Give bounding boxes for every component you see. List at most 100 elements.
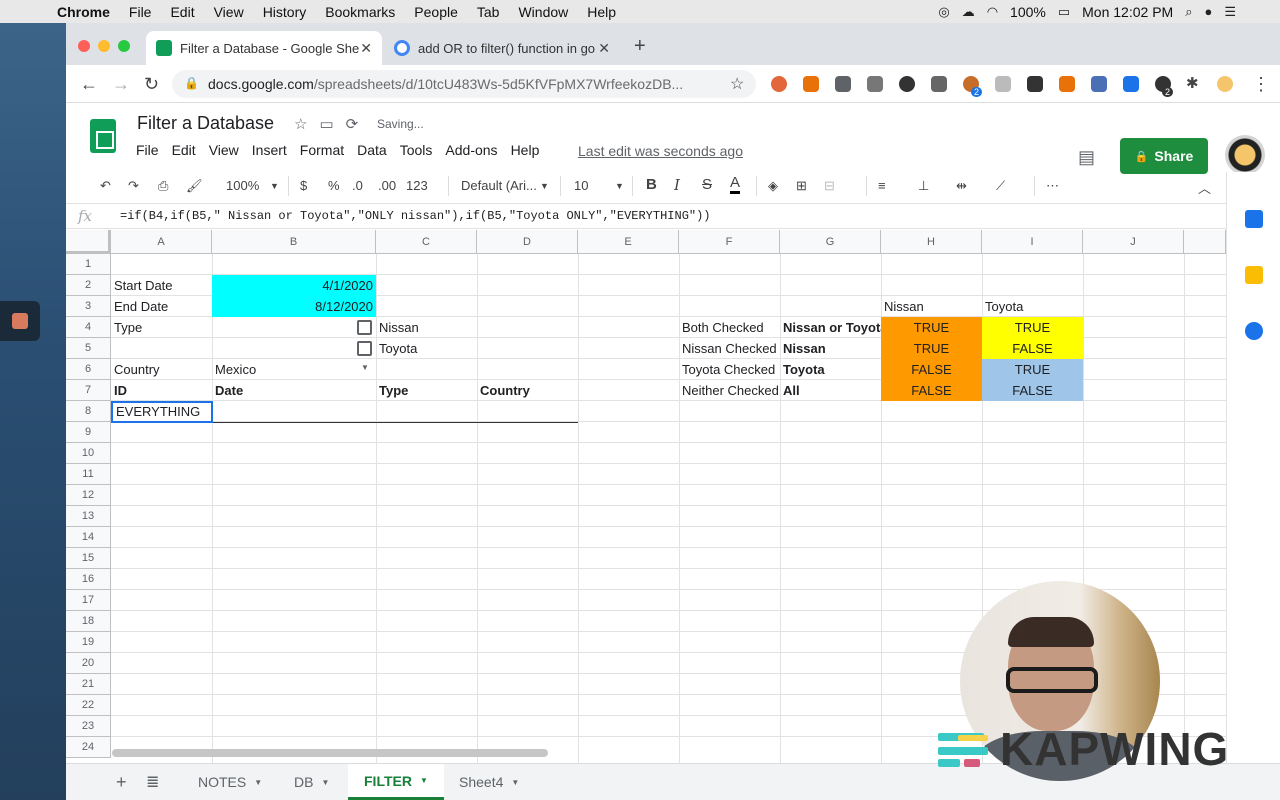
fill-color-icon[interactable]: ◈ (768, 178, 778, 194)
text-wrap-icon[interactable]: ⇹ (956, 178, 967, 194)
sheet-tab-db[interactable]: DB ▼ (278, 764, 345, 800)
menu-file[interactable]: File (129, 4, 152, 20)
italic-button[interactable]: I (674, 176, 680, 194)
chevron-down-icon[interactable]: ▼ (540, 181, 549, 191)
menu-help[interactable]: Help (587, 4, 616, 20)
docs-menu-tools[interactable]: Tools (400, 142, 433, 158)
cell-a3[interactable]: End Date (111, 296, 212, 317)
cell-c4[interactable]: Nissan (376, 317, 477, 338)
horizontal-align-icon[interactable]: ≡ (878, 178, 886, 193)
docs-menu-file[interactable]: File (136, 142, 159, 158)
last-edit-link[interactable]: Last edit was seconds ago (578, 143, 743, 159)
menu-app-name[interactable]: Chrome (57, 4, 110, 20)
chevron-down-icon[interactable]: ▼ (270, 181, 279, 191)
cell-g7[interactable]: All (780, 380, 881, 401)
cell-a4[interactable]: Type (111, 317, 212, 338)
undo-icon[interactable]: ↶ (100, 178, 111, 194)
paint-format-icon[interactable]: 🖌 (186, 178, 203, 194)
menu-history[interactable]: History (263, 4, 307, 20)
vue-extension-icon[interactable] (931, 76, 947, 92)
cell-f5[interactable]: Nissan Checked (679, 338, 780, 359)
add-sheet-icon[interactable]: + (116, 772, 127, 793)
cell-i3[interactable]: Toyota (982, 296, 1083, 317)
tab-filter-database[interactable]: Filter a Database - Google She ✕ (146, 31, 382, 65)
cell-c5[interactable]: Toyota (376, 338, 477, 359)
row-header[interactable]: 2 (66, 275, 111, 296)
extension-icon[interactable] (867, 76, 883, 92)
row-header[interactable]: 6 (66, 359, 111, 380)
column-header-i[interactable]: I (982, 230, 1083, 254)
lock-icon[interactable]: 🔒 (184, 76, 199, 90)
increase-decimal-button[interactable]: .00 (378, 178, 396, 193)
strikethrough-button[interactable]: S (702, 176, 712, 193)
row-header[interactable]: 9 (66, 422, 111, 443)
more-options-button[interactable]: ⋯ (1046, 178, 1059, 194)
format-currency-button[interactable]: $ (300, 178, 307, 193)
extension-icon[interactable] (995, 76, 1011, 92)
column-header-f[interactable]: F (679, 230, 780, 254)
cell-h4[interactable]: TRUE (881, 317, 982, 338)
chevron-down-icon[interactable]: ▼ (511, 778, 519, 787)
forward-icon[interactable]: → (112, 74, 130, 95)
clock[interactable]: Mon 12:02 PM (1082, 4, 1173, 20)
address-bar[interactable]: 🔒 docs.google.com/spreadsheets/d/10tcU48… (172, 70, 756, 98)
bold-button[interactable]: B (646, 176, 657, 193)
row-header[interactable]: 21 (66, 674, 111, 695)
extension-icon[interactable] (1091, 76, 1107, 92)
account-avatar[interactable] (1225, 135, 1265, 175)
cell-h5[interactable]: TRUE (881, 338, 982, 359)
docs-menu-view[interactable]: View (209, 142, 239, 158)
star-icon[interactable]: ☆ (294, 115, 307, 133)
close-tab-icon[interactable]: ✕ (598, 40, 610, 57)
row-header[interactable]: 16 (66, 569, 111, 590)
keep-icon[interactable] (1245, 266, 1263, 284)
docs-menu-insert[interactable]: Insert (252, 142, 287, 158)
cell-h6[interactable]: FALSE (881, 359, 982, 380)
row-header[interactable]: 24 (66, 737, 111, 758)
siri-icon[interactable]: ● (1204, 4, 1212, 19)
docs-menu-format[interactable]: Format (300, 142, 344, 158)
row-header[interactable]: 19 (66, 632, 111, 653)
collapse-menus-icon[interactable]: ︿ (1198, 178, 1211, 197)
cell-i5[interactable]: FALSE (982, 338, 1083, 359)
merge-cells-icon[interactable]: ⊟ (824, 178, 835, 194)
row-header[interactable]: 12 (66, 485, 111, 506)
column-header-k[interactable] (1184, 230, 1226, 254)
menu-window[interactable]: Window (518, 4, 568, 20)
row-header[interactable]: 17 (66, 590, 111, 611)
notification-center-icon[interactable]: ☰ (1224, 4, 1236, 20)
row-header[interactable]: 10 (66, 443, 111, 464)
row-header[interactable]: 1 (66, 254, 111, 275)
vertical-align-icon[interactable]: ⊥ (918, 178, 929, 194)
profile-avatar-icon[interactable] (1217, 76, 1233, 92)
cell-a6[interactable]: Country (111, 359, 212, 380)
all-sheets-icon[interactable]: ≣ (146, 772, 159, 792)
row-header[interactable]: 18 (66, 611, 111, 632)
row-header[interactable]: 7 (66, 380, 111, 401)
minimize-window-button[interactable] (98, 40, 110, 52)
cell-a7[interactable]: ID (111, 380, 212, 401)
cell-g4[interactable]: Nissan or Toyota (780, 317, 881, 338)
column-header-b[interactable]: B (212, 230, 376, 254)
cell-g6[interactable]: Toyota (780, 359, 881, 380)
reload-icon[interactable]: ↻ (144, 74, 159, 95)
chevron-down-icon[interactable]: ▼ (420, 776, 428, 785)
text-color-button[interactable]: A (730, 174, 741, 194)
back-icon[interactable]: ← (80, 74, 98, 95)
menu-people[interactable]: People (414, 4, 458, 20)
toyota-checkbox[interactable] (357, 341, 372, 356)
chevron-down-icon[interactable]: ▼ (254, 778, 262, 787)
extensions-puzzle-icon[interactable]: ✱ (1186, 74, 1199, 92)
column-header-g[interactable]: G (780, 230, 881, 254)
row-header[interactable]: 4 (66, 317, 111, 338)
translate-extension-icon[interactable] (835, 76, 851, 92)
cell-c7[interactable]: Type (376, 380, 477, 401)
select-all-corner[interactable] (66, 230, 111, 254)
column-header-a[interactable]: A (111, 230, 212, 254)
adblock-extension-icon[interactable] (771, 76, 787, 92)
row-header[interactable]: 3 (66, 296, 111, 317)
zoom-window-button[interactable] (118, 40, 130, 52)
cell-b6[interactable]: Mexico (212, 359, 376, 380)
chrome-menu-icon[interactable]: ⋮ (1252, 74, 1270, 95)
row-header[interactable]: 5 (66, 338, 111, 359)
